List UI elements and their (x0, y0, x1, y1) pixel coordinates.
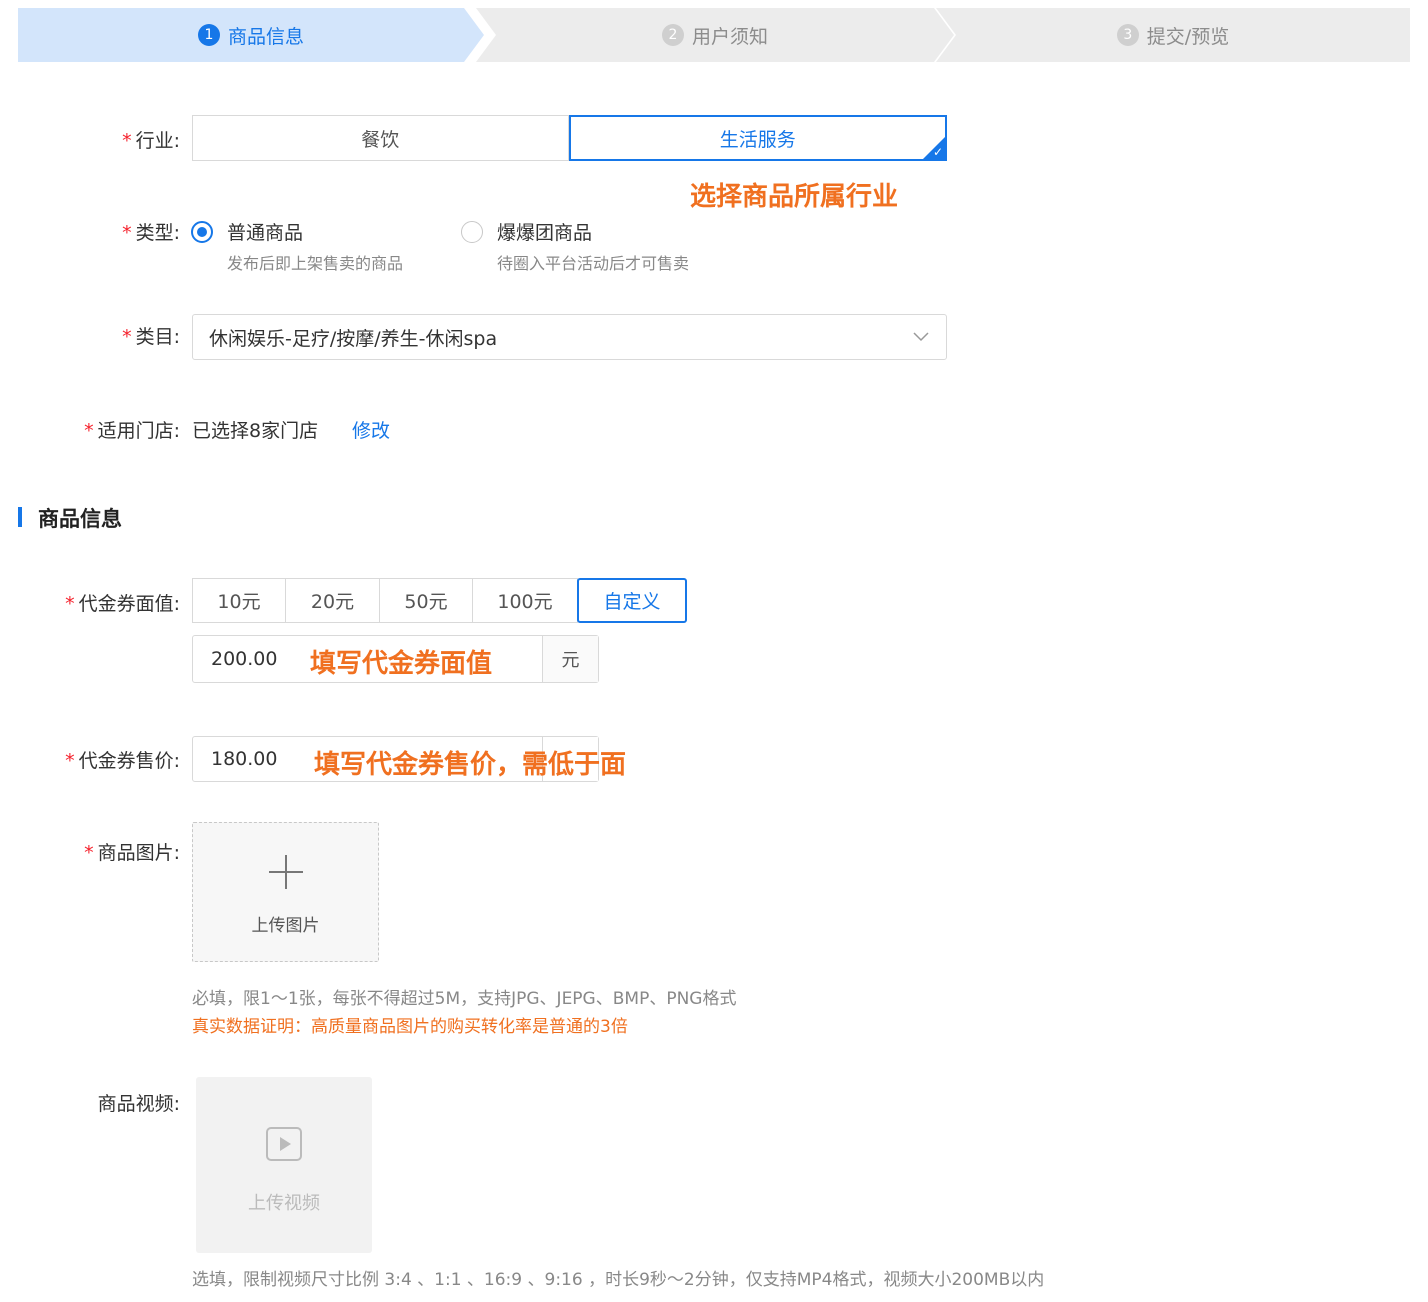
radio-desc: 待圈入平台活动后才可售卖 (497, 254, 690, 273)
required-mark: * (122, 130, 132, 152)
unit-addon: 元 (542, 636, 598, 682)
voucher-price-label-text: 代金券售价: (78, 750, 180, 772)
voucher-value-option[interactable]: 50元 (379, 578, 473, 623)
stores-label: * 适用门店: (84, 416, 180, 443)
video-upload[interactable]: 上传视频 (196, 1077, 372, 1253)
required-mark: * (122, 326, 132, 348)
required-mark: * (122, 222, 132, 244)
step-product-info[interactable]: 1 商品信息 (18, 8, 484, 62)
image-hint: 必填，限1～1张，每张不得超过5M，支持JPG、JEPG、BMP、PNG格式 (192, 989, 737, 1009)
voucher-price-label: * 代金券售价: (65, 746, 180, 773)
industry-option-label: 生活服务 (719, 128, 796, 151)
type-label-text: 类型: (135, 222, 180, 244)
radio-title: 爆爆团商品 (497, 222, 593, 244)
step-number: 3 (1116, 24, 1139, 46)
voucher-value-option[interactable]: 100元 (472, 578, 578, 623)
stores-value: 已选择8家门店 (192, 420, 319, 442)
required-mark: * (65, 593, 75, 615)
industry-option-catering[interactable]: 餐饮 (192, 115, 569, 161)
radio-unchecked[interactable] (461, 221, 483, 243)
type-label: * 类型: (122, 218, 180, 245)
category-label-text: 类目: (135, 326, 180, 348)
category-label: * 类目: (122, 322, 180, 349)
industry-annotation: 选择商品所属行业 (690, 182, 899, 212)
industry-segmented: 餐饮 生活服务 ✓ (192, 115, 947, 161)
plus-icon (269, 855, 303, 889)
voucher-value-option[interactable]: 10元 (192, 578, 286, 623)
product-image-label: * 商品图片: (84, 838, 180, 865)
category-value: 休闲娱乐-足疗/按摩/养生-休闲spa (209, 327, 498, 350)
step-number: 1 (197, 24, 220, 46)
voucher-value-label: * 代金券面值: (65, 589, 180, 616)
required-mark: * (84, 842, 94, 864)
step-user-notice[interactable]: 2 用户须知 (476, 8, 954, 62)
category-select[interactable]: 休闲娱乐-足疗/按摩/养生-休闲spa (192, 314, 947, 360)
product-video-label: 商品视频: (97, 1093, 180, 1115)
voucher-value-options: 10元 20元 50元 100元 自定义 (192, 578, 687, 623)
step-submit-preview[interactable]: 3 提交/预览 (936, 8, 1410, 62)
play-video-icon (266, 1127, 302, 1161)
section-title: 商品信息 (38, 507, 122, 531)
radio-desc: 发布后即上架售卖的商品 (227, 254, 404, 273)
upload-text: 上传视频 (248, 1193, 320, 1214)
voucher-price-annotation: 填写代金券售价，需低于面 (314, 750, 627, 780)
voucher-value-option-custom[interactable]: 自定义 (577, 578, 687, 623)
step-label: 提交/预览 (1146, 25, 1230, 48)
radio-title: 普通商品 (227, 222, 304, 244)
image-upload[interactable]: 上传图片 (192, 822, 379, 962)
radio-checked[interactable] (191, 221, 213, 243)
image-hint-highlight: 真实数据证明：高质量商品图片的购买转化率是普通的3倍 (192, 1017, 628, 1037)
check-icon: ✓ (932, 145, 943, 159)
industry-label-text: 行业: (135, 130, 180, 152)
chevron-down-icon (913, 332, 929, 342)
industry-option-life-service[interactable]: 生活服务 ✓ (568, 115, 947, 161)
required-mark: * (84, 420, 94, 442)
industry-label: * 行业: (122, 126, 180, 153)
voucher-value-label-text: 代金券面值: (78, 593, 180, 615)
voucher-value-annotation: 填写代金券面值 (310, 649, 493, 679)
product-image-label-text: 商品图片: (97, 842, 180, 864)
step-label: 用户须知 (691, 25, 768, 48)
required-mark: * (65, 750, 75, 772)
voucher-value-option[interactable]: 20元 (285, 578, 380, 623)
step-number: 2 (661, 24, 684, 46)
stores-edit-link[interactable]: 修改 (352, 416, 390, 443)
section-bar (18, 507, 22, 527)
industry-option-label: 餐饮 (361, 128, 400, 151)
stores-label-text: 适用门店: (97, 420, 180, 442)
steps-bar: 1 商品信息 2 用户须知 3 提交/预览 (18, 8, 1410, 62)
step-label: 商品信息 (227, 25, 304, 48)
video-hint: 选填，限制视频尺寸比例 3:4 、1:1 、16:9 、9:16 ，时长9秒～2… (192, 1270, 1045, 1290)
upload-text: 上传图片 (251, 916, 320, 936)
